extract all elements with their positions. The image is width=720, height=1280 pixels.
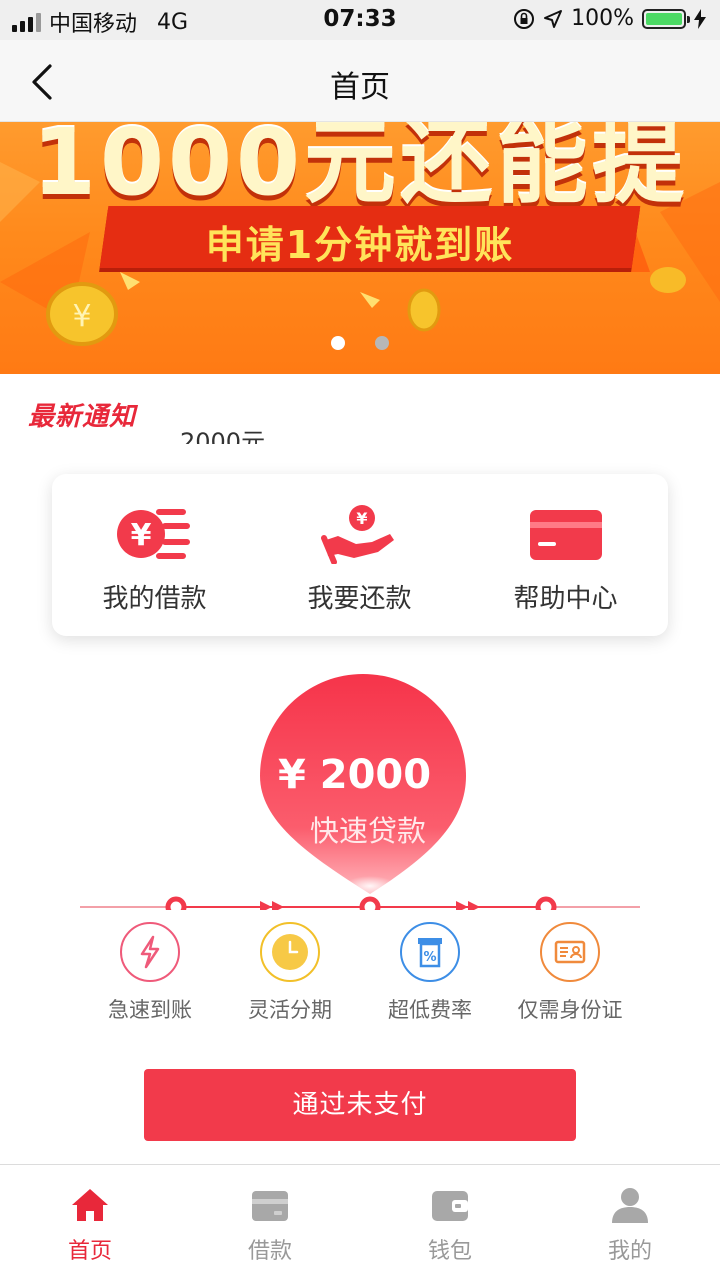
wallet-icon	[432, 1191, 468, 1221]
loan-caption: 快速贷款	[310, 814, 427, 848]
feature-label: 仅需身份证	[517, 998, 623, 1022]
timeline-node	[165, 896, 187, 910]
carousel-indicator	[0, 336, 720, 350]
tab-label: 首页	[67, 1239, 112, 1264]
wallet-card-icon	[252, 1191, 288, 1221]
timeline-node	[359, 896, 381, 910]
page-title: 首页	[330, 70, 390, 105]
notice-bar[interactable]: 最新通知 2000元	[0, 374, 720, 444]
battery-percent: 100%	[571, 6, 634, 31]
coin-icon	[407, 288, 441, 332]
yen-coin-stack-icon: ¥	[116, 509, 190, 559]
coin-icon	[650, 267, 686, 293]
help-center-button[interactable]: 帮助中心	[463, 474, 668, 636]
submit-button[interactable]: 通过未支付	[144, 1069, 576, 1141]
feature-flexible: 灵活分期	[220, 922, 360, 1024]
quick-action-label: 我要还款	[307, 584, 412, 614]
tab-label: 我的	[607, 1239, 652, 1264]
tab-label: 借款	[247, 1239, 292, 1264]
lightning-icon	[120, 922, 180, 982]
user-icon	[612, 1188, 648, 1223]
tab-profile[interactable]: 我的	[540, 1165, 720, 1280]
home-icon	[72, 1189, 108, 1221]
carousel-dot-active[interactable]	[331, 336, 345, 350]
tab-loans[interactable]: 借款	[180, 1165, 360, 1280]
feature-label: 灵活分期	[248, 998, 332, 1022]
carousel-dot[interactable]	[375, 336, 389, 350]
battery-icon	[642, 8, 690, 29]
svg-text:%: %	[423, 950, 436, 965]
status-bar: 中国移动 4G 07:33 100%	[0, 0, 720, 40]
status-right: 100%	[513, 6, 706, 31]
tab-label: 钱包	[427, 1239, 472, 1264]
repay-button[interactable]: ¥ 我要还款	[257, 474, 462, 636]
card-icon	[529, 510, 602, 560]
quick-action-label: 我的借款	[102, 584, 207, 614]
navigation-bar: 首页	[0, 40, 720, 122]
tab-bar: 首页 借款 钱包 我的	[0, 1164, 720, 1280]
tab-wallet[interactable]: 钱包	[360, 1165, 540, 1280]
feature-low-rate: % 超低费率	[360, 922, 500, 1024]
notice-badge: 最新通知	[28, 402, 137, 432]
timeline-node	[535, 896, 557, 910]
loan-amount: ¥ 2000	[278, 752, 432, 798]
feature-id-only: 仅需身份证	[500, 922, 640, 1024]
svg-text:¥: ¥	[130, 518, 151, 553]
clock-icon	[260, 922, 320, 982]
charging-bolt-icon	[694, 8, 706, 29]
svg-text:¥: ¥	[72, 299, 91, 334]
id-card-icon	[540, 922, 600, 982]
location-arrow-icon	[544, 9, 563, 28]
feature-fast: 急速到账	[80, 922, 220, 1024]
feature-label: 急速到账	[108, 998, 192, 1022]
quick-actions-card: ¥ 我的借款 ¥ 我要还款 帮助中心	[52, 474, 668, 636]
tab-home[interactable]: 首页	[0, 1165, 180, 1280]
banner-subline: 申请1分钟就到账	[205, 223, 515, 267]
percent-atm-icon: %	[400, 922, 460, 982]
feature-list: 急速到账 灵活分期 % 超低费率 仅需身份证	[80, 922, 640, 1032]
hand-yen-icon: ¥	[320, 505, 394, 564]
quick-action-label: 帮助中心	[513, 584, 618, 614]
promo-banner[interactable]: ¥ 1000元还能提 申请1分钟就到账	[0, 122, 720, 374]
svg-text:¥: ¥	[356, 509, 367, 528]
rotation-lock-icon	[514, 8, 535, 29]
home-screen: 中国移动 4G 07:33 100% 首页 ¥ 1000元还能提 申请1分钟就到…	[0, 0, 720, 1280]
feature-label: 超低费率	[388, 998, 472, 1022]
my-loans-button[interactable]: ¥ 我的借款	[52, 474, 257, 636]
notice-text: 2000元	[180, 428, 266, 444]
